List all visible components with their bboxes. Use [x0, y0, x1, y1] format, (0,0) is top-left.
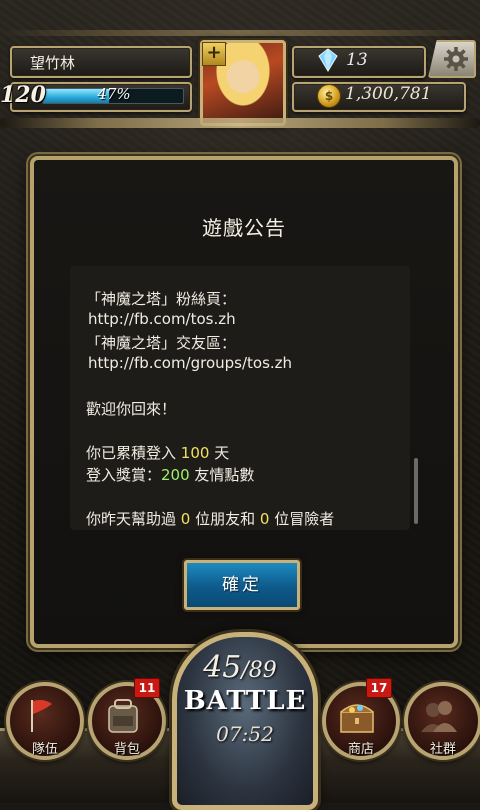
- dialog-title: 遊戲公告: [202, 216, 286, 240]
- coin-icon: $: [317, 84, 341, 108]
- diamond-count: 13: [346, 50, 368, 70]
- login-reward-suffix: 友情點數: [189, 466, 255, 484]
- battle-label: BATTLE: [183, 686, 307, 716]
- login-days-value: 100: [180, 444, 210, 462]
- friend-zone-link[interactable]: http://fb.com/groups/tos.zh: [88, 354, 292, 372]
- help-summary-text: 你昨天幫助過 0 位朋友和 0 位冒險者: [86, 508, 334, 529]
- team-label: 隊伍: [31, 742, 58, 757]
- shop-badge: 17: [366, 678, 392, 698]
- stamina-timer: 07:52: [216, 722, 274, 746]
- fanpage-label: 「神魔之塔」粉絲頁：: [86, 290, 237, 308]
- header-ornament-top: [0, 30, 480, 36]
- header-ornament-bottom: [0, 118, 480, 128]
- backpack-badge: 11: [134, 678, 160, 698]
- player-name: 望竹林: [30, 54, 76, 72]
- diamond-icon: [318, 48, 338, 72]
- announcement-message-box[interactable]: 「神魔之塔」粉絲頁： http://fb.com/tos.zh 「神魔之塔」交友…: [70, 266, 410, 530]
- login-reward-value: 200: [161, 466, 190, 484]
- player-name-plate[interactable]: 望竹林: [10, 46, 192, 78]
- helped-adventurers-count: 0: [259, 510, 270, 528]
- login-reward-prefix: 登入獎賞：: [86, 466, 162, 484]
- login-days-text: 你已累積登入 100 天: [86, 442, 229, 463]
- help-suffix: 位冒險者: [269, 510, 335, 528]
- help-middle: 位朋友和: [190, 510, 260, 528]
- confirm-button[interactable]: 確定: [184, 560, 300, 610]
- login-days-suffix: 天: [209, 444, 230, 462]
- helped-friends-count: 0: [180, 510, 191, 528]
- stamina-display: 45/89: [180, 650, 300, 685]
- coin-count: 1,300,781: [345, 84, 432, 104]
- player-level: 120: [0, 82, 46, 108]
- welcome-back-text: 歡迎你回來！: [86, 400, 177, 418]
- login-reward-text: 登入獎賞：200 友情點數: [86, 464, 254, 485]
- login-days-prefix: 你已累積登入: [86, 444, 181, 462]
- gear-icon: [444, 47, 468, 71]
- backpack-label: 背包: [113, 742, 140, 757]
- plus-icon: +: [202, 42, 226, 66]
- settings-button[interactable]: [428, 40, 476, 78]
- message-scrollbar[interactable]: [414, 458, 418, 524]
- friend-zone-label: 「神魔之塔」交友區：: [86, 334, 237, 352]
- stamina-current: 45: [203, 650, 242, 685]
- fanpage-link[interactable]: http://fb.com/tos.zh: [88, 310, 236, 328]
- stamina-max: /89: [241, 658, 277, 683]
- help-prefix: 你昨天幫助過: [86, 510, 181, 528]
- exp-percent: 47%: [97, 85, 131, 103]
- top-status-bar: 望竹林 120 47% + 13 $ 1,300,781: [0, 0, 480, 128]
- shop-label: 商店: [347, 742, 374, 757]
- social-label: 社群: [429, 742, 456, 757]
